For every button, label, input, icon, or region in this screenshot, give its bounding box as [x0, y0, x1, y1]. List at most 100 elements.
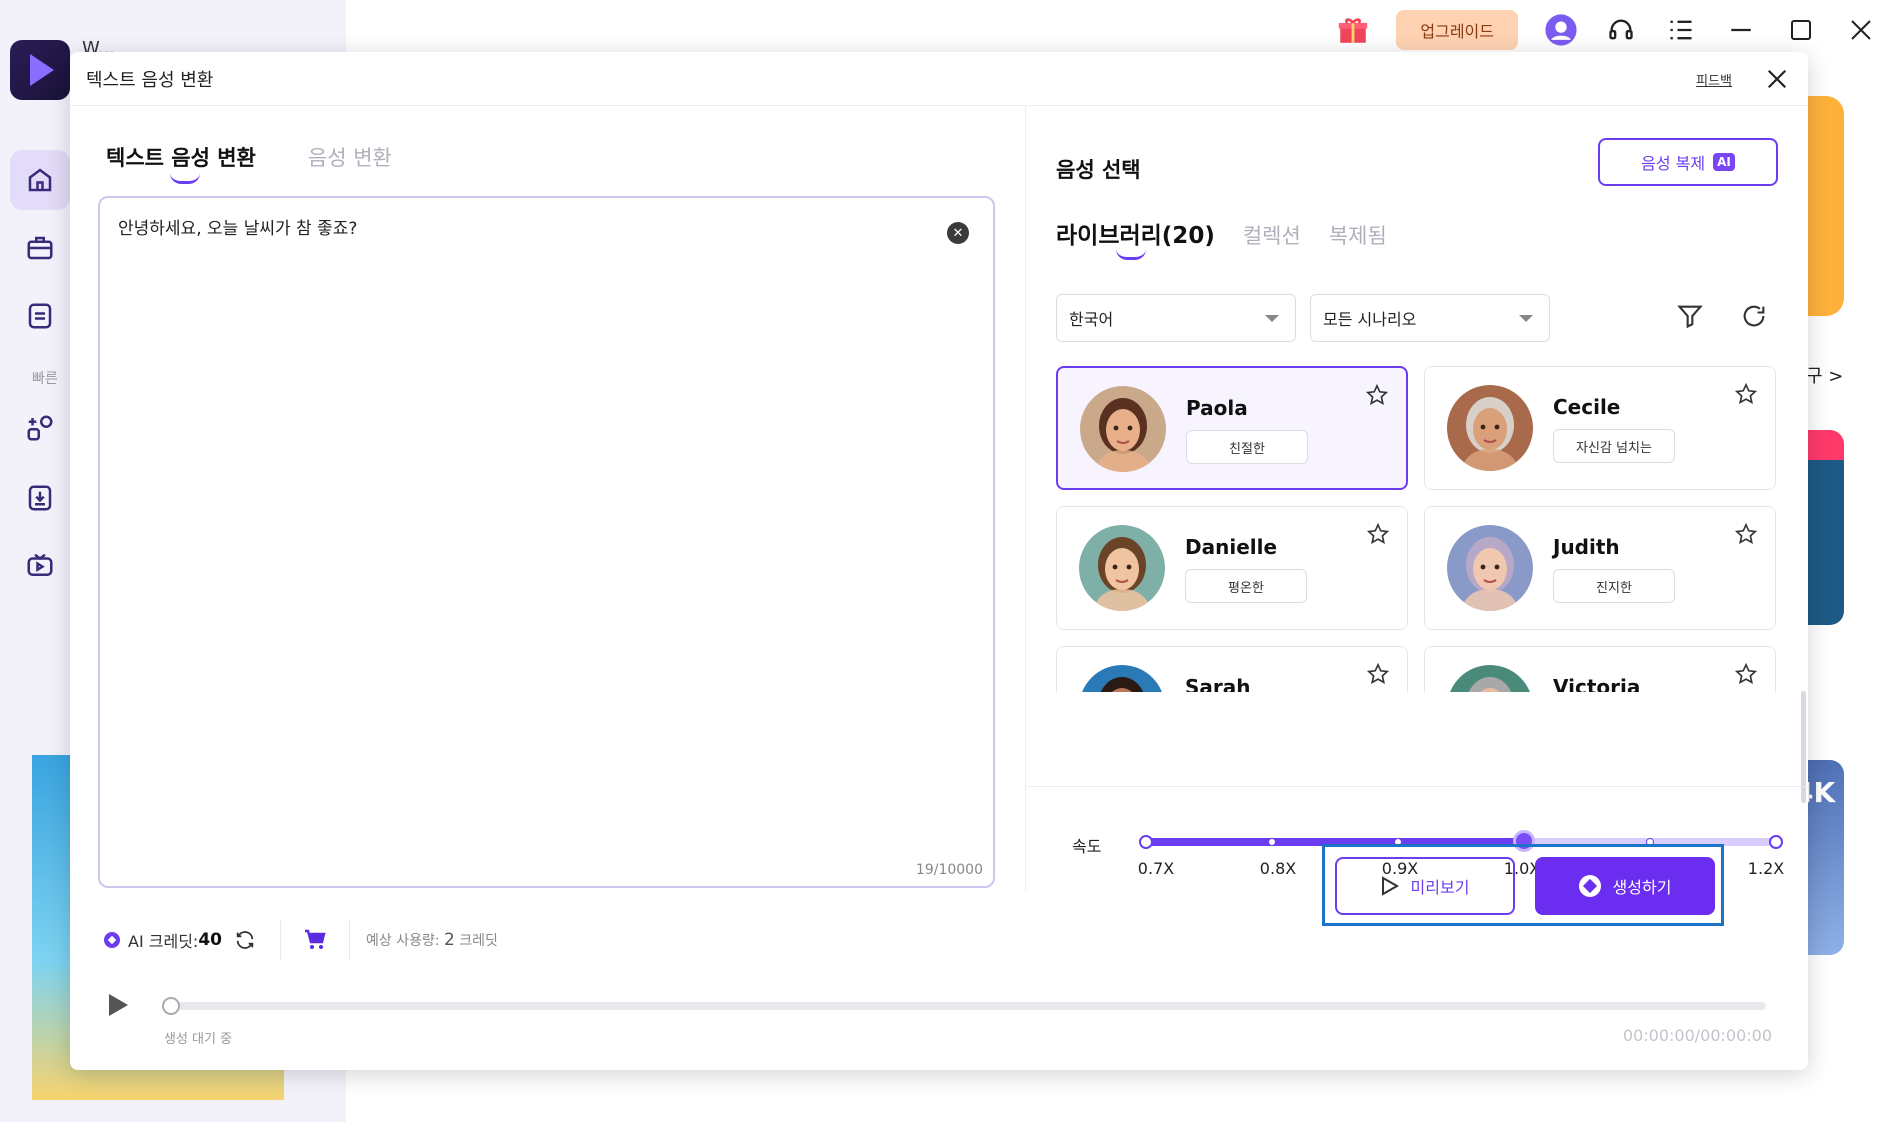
star-icon[interactable] — [1734, 382, 1758, 409]
left-tabs: 텍스트 음성 변환 음성 변환 — [106, 142, 392, 184]
tab-voice-changer[interactable]: 음성 변환 — [308, 142, 392, 178]
credits-value: 40 — [198, 930, 222, 950]
chevron-down-icon — [1265, 315, 1279, 322]
estimated-usage: 예상 사용량: 2 크레딧 — [366, 930, 498, 950]
divider — [348, 920, 350, 960]
refresh-credits-icon[interactable] — [234, 929, 256, 951]
avatar-icon[interactable] — [1544, 13, 1578, 47]
scenario-select[interactable]: 모든 시나리오 — [1310, 294, 1550, 342]
credit-icon — [104, 932, 120, 948]
voice-avatar — [1080, 386, 1166, 472]
sidebar-document-icon[interactable] — [10, 286, 70, 346]
window-close-icon[interactable] — [1844, 13, 1878, 47]
tts-dialog: 텍스트 음성 변환 피드백 텍스트 음성 변환 음성 변환 안녕하세요, 오늘 … — [70, 52, 1809, 1070]
credit-bar: AI 크레딧: 40 예상 사용량: 2 크레딧 — [104, 920, 498, 960]
voice-tag: 진지한 — [1553, 569, 1675, 603]
char-count: 19/10000 — [915, 862, 983, 878]
sidebar-toolbox-icon[interactable] — [10, 218, 70, 278]
voice-avatar — [1079, 665, 1165, 692]
voice-clone-label: 음성 복제 — [1641, 154, 1706, 173]
clear-text-icon[interactable]: ✕ — [947, 222, 969, 244]
dialog-close-icon[interactable] — [1762, 64, 1792, 94]
voice-card-victoria[interactable]: Victoria고급스러운 — [1424, 646, 1776, 692]
tab-text-to-speech[interactable]: 텍스트 음성 변환 — [106, 142, 256, 184]
sidebar-quick-label: 빠른 — [32, 371, 58, 387]
reset-icon[interactable] — [1740, 302, 1768, 334]
voice-tag: 평온한 — [1185, 569, 1307, 603]
menu-icon[interactable] — [1664, 13, 1698, 47]
gift-icon[interactable] — [1336, 13, 1370, 47]
text-input-value[interactable]: 안녕하세요, 오늘 날씨가 참 좋죠? — [118, 214, 975, 239]
voice-card-judith[interactable]: Judith 진지한 — [1424, 506, 1776, 630]
more-link[interactable]: 구 > — [1806, 362, 1843, 388]
window-top-controls: 업그레이드 — [1336, 8, 1884, 52]
voice-avatar — [1447, 525, 1533, 611]
filter-icon[interactable] — [1676, 302, 1704, 334]
generate-label: 생성하기 — [1612, 878, 1672, 897]
voice-card-danielle[interactable]: Danielle 평온한 — [1056, 506, 1408, 630]
voice-name: Paola — [1186, 396, 1248, 420]
ai-badge: AI — [1713, 153, 1735, 171]
est-usage-unit: 크레딧 — [459, 933, 498, 949]
language-select[interactable]: 한국어 — [1056, 294, 1296, 342]
minimize-icon[interactable] — [1724, 13, 1758, 47]
text-input[interactable]: 안녕하세요, 오늘 날씨가 참 좋죠? ✕ 19/10000 — [98, 196, 995, 888]
voice-name: Danielle — [1185, 535, 1278, 559]
voice-card-paola[interactable]: Paola 친절한 — [1056, 366, 1408, 490]
star-icon[interactable] — [1366, 662, 1390, 689]
generate-button[interactable]: 생성하기 — [1535, 857, 1715, 915]
voice-tag: 친절한 — [1186, 430, 1308, 464]
play-icon[interactable] — [106, 992, 130, 1022]
star-icon[interactable] — [1365, 383, 1389, 410]
sidebar-download-icon[interactable] — [10, 468, 70, 528]
sidebar-home-icon[interactable] — [10, 150, 70, 210]
voice-avatar — [1447, 665, 1533, 692]
maximize-icon[interactable] — [1784, 13, 1818, 47]
tab-cloned[interactable]: 복제됨 — [1329, 220, 1387, 250]
dialog-title: 텍스트 음성 변환 — [86, 69, 214, 91]
player-progress-knob[interactable] — [162, 997, 180, 1015]
generate-icon — [1578, 875, 1601, 897]
headset-icon[interactable] — [1604, 13, 1638, 47]
voice-card-sarah[interactable]: Sarah부드러운 — [1056, 646, 1408, 692]
scenario-select-value: 모든 시나리오 — [1323, 310, 1417, 329]
voice-avatar — [1079, 525, 1165, 611]
speed-tick-label: 0.8X — [1259, 859, 1297, 878]
tab-collection[interactable]: 컬렉션 — [1243, 220, 1301, 250]
preview-label: 미리보기 — [1410, 878, 1470, 897]
speed-step-dot[interactable] — [1268, 838, 1276, 846]
player-progress-track[interactable] — [162, 997, 1766, 1015]
voice-name: Sarah — [1185, 675, 1251, 692]
est-usage-label: 예상 사용량: — [365, 933, 440, 949]
voice-tabs: 라이브러리(20) 컬렉션 복제됨 — [1056, 216, 1387, 260]
feedback-link[interactable]: 피드백 — [1696, 70, 1732, 89]
sidebar-tv-icon[interactable] — [10, 536, 70, 596]
tab-library[interactable]: 라이브러리(20) — [1056, 216, 1215, 260]
cart-icon[interactable] — [303, 928, 327, 952]
star-icon[interactable] — [1734, 662, 1758, 689]
voice-name: Victoria — [1553, 675, 1641, 692]
voice-card-cecile[interactable]: Cecile 자신감 넘치는 — [1424, 366, 1776, 490]
voice-list: Paola 친절한 Cecile 자신감 넘치는 Danielle 평온한 Judith 진지… — [1056, 366, 1776, 692]
sidebar-tools-icon[interactable] — [10, 398, 70, 458]
dialog-header: 텍스트 음성 변환 피드백 — [70, 52, 1808, 106]
preview-button[interactable]: 미리보기 — [1335, 857, 1515, 915]
voice-clone-button[interactable]: 음성 복제 AI — [1598, 138, 1778, 186]
voice-avatar — [1447, 385, 1533, 471]
speed-tick-label: 0.7X — [1137, 859, 1175, 878]
voice-tag: 자신감 넘치는 — [1553, 429, 1675, 463]
voice-name: Cecile — [1553, 395, 1621, 419]
chevron-down-icon — [1519, 315, 1533, 322]
voice-panel: 음성 선택 음성 복제 AI 라이브러리(20) 컬렉션 복제됨 한국어 모든 … — [1025, 106, 1809, 890]
speed-step-dot[interactable] — [1769, 835, 1783, 849]
action-buttons: 미리보기 생성하기 — [1322, 844, 1724, 926]
language-select-value: 한국어 — [1069, 310, 1114, 329]
app-logo — [10, 40, 70, 100]
player-time: 00:00:00/00:00:00 — [1622, 1026, 1772, 1045]
upgrade-button[interactable]: 업그레이드 — [1396, 10, 1518, 50]
speed-step-dot[interactable] — [1139, 835, 1153, 849]
star-icon[interactable] — [1366, 522, 1390, 549]
credits-label: AI 크레딧: — [128, 932, 199, 951]
speed-label: 속도 — [1072, 837, 1102, 856]
star-icon[interactable] — [1734, 522, 1758, 549]
